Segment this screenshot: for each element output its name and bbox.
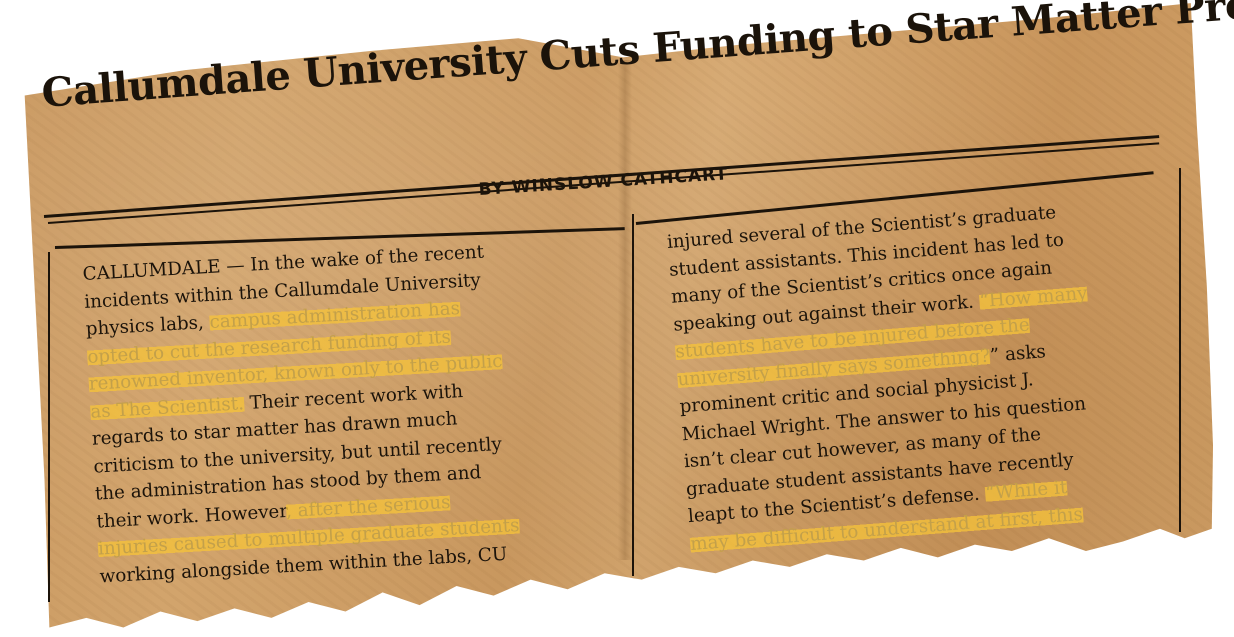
column-divider <box>632 214 634 576</box>
right-column-text: injured several of the Scientist’s gradu… <box>666 197 1105 558</box>
page-fold <box>618 60 632 560</box>
body-text: ” asks <box>989 340 1047 366</box>
highlighted-text: “While it <box>984 477 1068 505</box>
body-text: physics labs, <box>85 311 211 340</box>
right-column-border <box>1179 168 1181 532</box>
left-column-text: CALLUMDALE — In the wake of the recent in… <box>82 237 522 590</box>
highlighted-text: “How many <box>978 282 1089 312</box>
left-column-border <box>48 252 50 602</box>
